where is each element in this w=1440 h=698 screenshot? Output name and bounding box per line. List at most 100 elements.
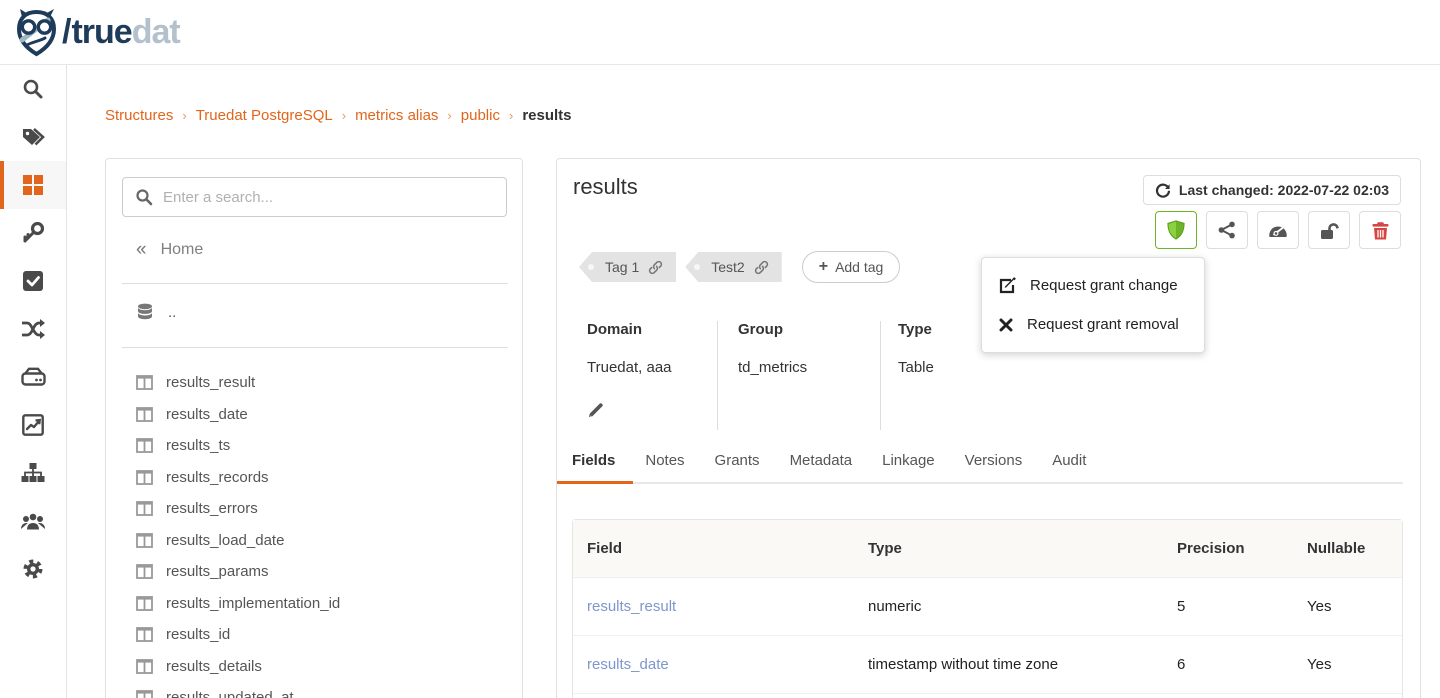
tab-audit[interactable]: Audit xyxy=(1052,452,1086,482)
tree-field-item[interactable]: results_load_date xyxy=(106,525,523,557)
tree-field-item[interactable]: results_updated_at xyxy=(106,682,523,698)
icon-rail-sidebar xyxy=(0,65,67,698)
sidebar-item-lineage[interactable] xyxy=(0,305,66,353)
owl-logo-icon xyxy=(14,7,60,57)
tags-icon xyxy=(21,126,45,148)
breadcrumb-separator: › xyxy=(182,108,186,123)
breadcrumb-current: results xyxy=(522,107,571,124)
field-list: results_result results_date results_ts r… xyxy=(106,367,523,698)
tree-field-item[interactable]: results_id xyxy=(106,619,523,651)
table-row: results_date timestamp without time zone… xyxy=(573,636,1402,694)
tree-field-item[interactable]: results_errors xyxy=(106,493,523,525)
breadcrumb-link-schema[interactable]: public xyxy=(461,107,500,124)
field-label: results_load_date xyxy=(166,532,284,549)
tag-label: Test2 xyxy=(711,259,744,275)
chevron-double-left-icon: « xyxy=(136,239,147,261)
chart-line-icon xyxy=(22,414,44,436)
refresh-icon xyxy=(1155,182,1171,198)
search-input[interactable] xyxy=(163,189,494,206)
column-header-field: Field xyxy=(573,520,854,577)
grants-shield-button[interactable] xyxy=(1155,211,1197,249)
logo-wordmark: /truedat xyxy=(62,13,180,52)
cell-nullable: No xyxy=(1293,694,1402,698)
tab-metadata[interactable]: Metadata xyxy=(790,452,853,482)
breadcrumb-separator: › xyxy=(447,108,451,123)
sidebar-item-settings[interactable] xyxy=(0,545,66,593)
property-group: Group td_metrics xyxy=(718,321,881,430)
edit-domain-button[interactable] xyxy=(587,390,697,430)
columns-icon xyxy=(136,596,153,611)
property-value: Truedat, aaa xyxy=(587,359,697,376)
columns-icon xyxy=(136,438,153,453)
columns-icon xyxy=(136,690,153,698)
breadcrumb-link-database[interactable]: metrics alias xyxy=(355,107,438,124)
page-title: results xyxy=(573,174,638,200)
sidebar-item-structures[interactable] xyxy=(0,161,66,209)
tab-versions[interactable]: Versions xyxy=(965,452,1023,482)
tab-fields[interactable]: Fields xyxy=(572,452,615,482)
tree-field-item[interactable]: results_records xyxy=(106,462,523,494)
menu-item-label: Request grant removal xyxy=(1027,316,1179,333)
cell-precision: 5 xyxy=(1163,578,1293,635)
tag-chip[interactable]: Test2 xyxy=(685,252,781,282)
database-icon xyxy=(136,303,154,321)
breadcrumb-separator: › xyxy=(509,108,513,123)
field-link[interactable]: results_date xyxy=(587,656,669,673)
field-link[interactable]: results_result xyxy=(587,598,676,615)
tree-search[interactable] xyxy=(122,177,507,217)
tree-field-item[interactable]: results_params xyxy=(106,556,523,588)
menu-item-request-grant-removal[interactable]: Request grant removal xyxy=(982,305,1204,344)
sidebar-item-systems[interactable] xyxy=(0,353,66,401)
unlock-button[interactable] xyxy=(1308,211,1350,249)
add-tag-button[interactable]: + Add tag xyxy=(802,251,901,283)
structure-properties: Domain Truedat, aaa Group td_metrics Typ… xyxy=(587,321,954,430)
profiling-gauge-button[interactable] xyxy=(1257,211,1299,249)
tree-parent-item[interactable]: .. xyxy=(136,303,176,321)
tab-linkage[interactable]: Linkage xyxy=(882,452,935,482)
plus-icon: + xyxy=(819,258,828,276)
menu-item-request-grant-change[interactable]: Request grant change xyxy=(982,266,1204,305)
truedat-logo[interactable]: /truedat xyxy=(14,7,180,57)
sidebar-item-taxonomy[interactable] xyxy=(0,449,66,497)
top-header: /truedat xyxy=(0,0,1440,65)
tag-chip[interactable]: Tag 1 xyxy=(579,252,676,282)
breadcrumb-link-structures[interactable]: Structures xyxy=(105,107,173,124)
field-label: results_ts xyxy=(166,437,230,454)
tab-notes[interactable]: Notes xyxy=(645,452,684,482)
check-square-icon xyxy=(22,270,44,292)
sitemap-icon xyxy=(21,462,45,484)
users-icon xyxy=(20,511,46,531)
field-label: results_implementation_id xyxy=(166,595,340,612)
tree-field-item[interactable]: results_date xyxy=(106,399,523,431)
property-domain: Domain Truedat, aaa xyxy=(587,321,718,430)
share-button[interactable] xyxy=(1206,211,1248,249)
tree-field-item[interactable]: results_implementation_id xyxy=(106,588,523,620)
link-icon[interactable] xyxy=(648,260,663,275)
tab-grants[interactable]: Grants xyxy=(715,452,760,482)
sidebar-item-tags[interactable] xyxy=(0,113,66,161)
tree-field-item[interactable]: results_details xyxy=(106,651,523,683)
gauge-icon xyxy=(1268,222,1288,239)
field-label: results_params xyxy=(166,563,269,580)
sidebar-item-credentials[interactable] xyxy=(0,209,66,257)
sidebar-item-users[interactable] xyxy=(0,497,66,545)
add-tag-label: Add tag xyxy=(835,259,883,275)
truedat-app: /truedat xyxy=(0,0,1440,698)
sidebar-item-dashboards[interactable] xyxy=(0,401,66,449)
key-icon xyxy=(22,222,44,244)
delete-button[interactable] xyxy=(1359,211,1401,249)
last-changed-button[interactable]: Last changed: 2022-07-22 02:03 xyxy=(1143,175,1401,205)
structure-tree-panel: « Home .. results_result results_date re… xyxy=(105,158,523,698)
breadcrumb-link-system[interactable]: Truedat PostgreSQL xyxy=(196,107,333,124)
link-icon[interactable] xyxy=(754,260,769,275)
sidebar-item-quality[interactable] xyxy=(0,257,66,305)
tree-home-button[interactable]: « Home xyxy=(136,239,203,261)
tree-field-item[interactable]: results_ts xyxy=(106,430,523,462)
field-label: results_records xyxy=(166,469,269,486)
detail-tabs: Fields Notes Grants Metadata Linkage Ver… xyxy=(572,452,1403,484)
tree-field-item[interactable]: results_result xyxy=(106,367,523,399)
search-icon xyxy=(135,188,153,206)
table-row: results_ts timestamp without time zone 6… xyxy=(573,694,1402,698)
sidebar-item-search[interactable] xyxy=(0,65,66,113)
cell-precision: 6 xyxy=(1163,694,1293,698)
